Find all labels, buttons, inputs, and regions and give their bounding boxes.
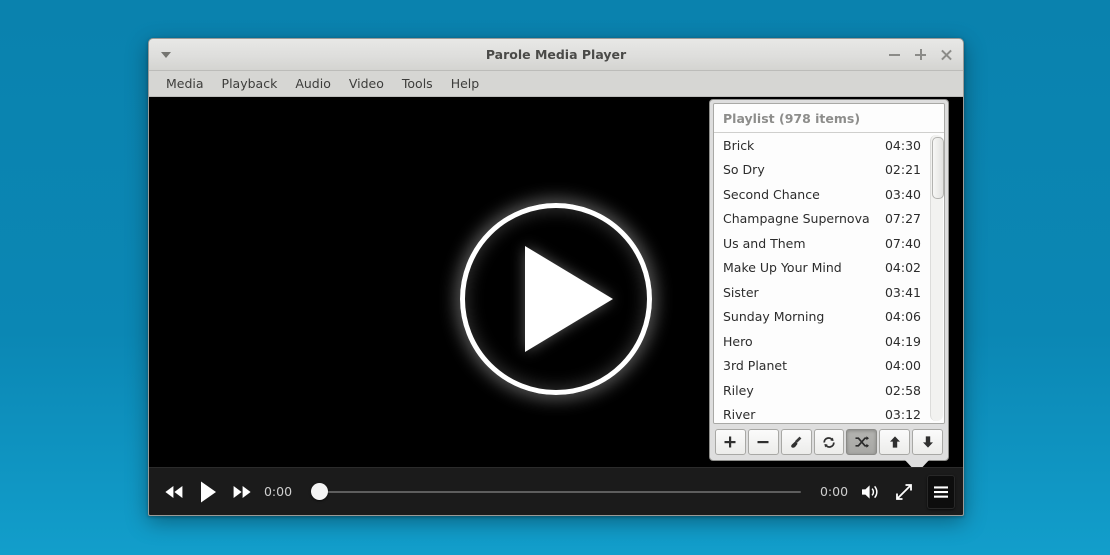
playlist-panel: Playlist (978 items) Brick 04:30 So Dry 02:… (709, 99, 949, 461)
playlist-add-button[interactable] (715, 429, 746, 455)
playlist-row-duration: 02:21 (884, 162, 921, 178)
plus-icon (724, 436, 736, 448)
playlist-scrollbar[interactable] (930, 135, 944, 421)
forward-icon (233, 485, 251, 498)
playlist-move-down-button[interactable] (912, 429, 944, 455)
playlist-row-title: Sister (723, 284, 759, 300)
fullscreen-button[interactable] (893, 481, 915, 503)
parole-window: Parole Media Player Media Playback Audio… (148, 38, 964, 516)
repeat-icon (823, 436, 835, 448)
playlist-row-title: Us and Them (723, 235, 806, 251)
seek-handle[interactable] (311, 483, 328, 500)
playlist-row[interactable]: Us and Them 07:40 (714, 231, 930, 256)
rewind-icon (165, 485, 183, 498)
play-icon (201, 481, 216, 502)
playlist-row-title: Hero (723, 333, 753, 349)
window-controls (887, 47, 963, 62)
menu-item-tools[interactable]: Tools (393, 73, 442, 94)
playlist-row[interactable]: Sunday Morning 04:06 (714, 305, 930, 330)
playlist-row-title: River (723, 407, 756, 423)
playlist-row-title: Sunday Morning (723, 309, 825, 325)
playlist-row-duration: 02:58 (884, 382, 921, 398)
seek-slider[interactable] (311, 480, 801, 504)
play-icon (525, 246, 613, 352)
playlist-row-duration: 04:06 (884, 309, 921, 325)
playlist-header: Playlist (978 items) (714, 104, 944, 133)
play-button[interactable] (195, 478, 221, 506)
playlist-row[interactable]: Champagne Supernova 07:27 (714, 207, 930, 232)
playlist-remove-button[interactable] (747, 429, 779, 455)
playlist-row-duration: 04:00 (884, 358, 921, 374)
playlist-toggle-button[interactable] (927, 474, 955, 509)
broom-icon (790, 436, 802, 448)
title-bar: Parole Media Player (149, 39, 963, 71)
playlist-toolbar (713, 424, 945, 457)
playlist-move-up-button[interactable] (879, 429, 911, 455)
playlist-row-title: Riley (723, 382, 754, 398)
playlist-row-duration: 03:12 (884, 407, 921, 423)
minimize-button[interactable] (887, 47, 902, 62)
playlist-rows: Brick 04:30 So Dry 02:21 Second Chance 03:40 C… (714, 133, 930, 423)
playlist-row-duration: 07:27 (884, 211, 921, 227)
menu-item-help[interactable]: Help (442, 73, 489, 94)
playlist-row-duration: 04:02 (884, 260, 921, 276)
next-button[interactable] (231, 480, 253, 504)
previous-button[interactable] (163, 480, 185, 504)
playlist-scrollbar-thumb[interactable] (932, 137, 944, 199)
elapsed-time: 0:00 (263, 484, 293, 499)
hamburger-icon (934, 485, 948, 498)
playlist-row[interactable]: Riley 02:58 (714, 378, 930, 403)
total-time: 0:00 (819, 484, 849, 499)
playlist-row[interactable]: 3rd Planet 04:00 (714, 354, 930, 379)
playlist-row-title: Second Chance (723, 186, 820, 202)
playlist-row[interactable]: Hero 04:19 (714, 329, 930, 354)
seek-track (311, 490, 801, 493)
playlist-row-duration: 03:40 (884, 186, 921, 202)
playlist-row-duration: 04:30 (884, 137, 921, 153)
playlist-row[interactable]: Sister 03:41 (714, 280, 930, 305)
play-overlay-button[interactable] (460, 203, 652, 395)
menu-item-playback[interactable]: Playback (213, 73, 287, 94)
playlist-row[interactable]: Brick 04:30 (714, 133, 930, 158)
playlist-list-container: Playlist (978 items) Brick 04:30 So Dry 02:… (713, 103, 945, 424)
playlist-row-duration: 03:41 (884, 284, 921, 300)
window-title: Parole Media Player (485, 47, 627, 62)
minus-icon (757, 441, 769, 444)
volume-button[interactable] (859, 480, 883, 504)
playlist-row-title: Make Up Your Mind (723, 260, 842, 276)
arrow-up-icon (889, 436, 900, 448)
playlist-row[interactable]: So Dry 02:21 (714, 158, 930, 183)
shuffle-icon (855, 436, 869, 448)
playback-control-bar: 0:00 0:00 (149, 467, 963, 515)
playlist-clear-button[interactable] (780, 429, 812, 455)
arrow-down-icon (922, 436, 933, 448)
fullscreen-icon (896, 483, 912, 500)
volume-icon (862, 484, 878, 499)
playlist-row-duration: 04:19 (884, 333, 921, 349)
close-button[interactable] (939, 47, 954, 62)
playlist-scroll-area[interactable]: Brick 04:30 So Dry 02:21 Second Chance 03:40 C… (714, 133, 944, 423)
menu-item-video[interactable]: Video (340, 73, 393, 94)
window-menu-button[interactable] (153, 39, 179, 70)
playlist-row-title: So Dry (723, 162, 765, 178)
playlist-row[interactable]: Second Chance 03:40 (714, 182, 930, 207)
playlist-row-title: 3rd Planet (723, 358, 787, 374)
playlist-repeat-button[interactable] (813, 429, 845, 455)
maximize-button[interactable] (913, 47, 928, 62)
menu-item-audio[interactable]: Audio (286, 73, 340, 94)
playlist-row[interactable]: River 03:12 (714, 403, 930, 424)
playlist-shuffle-button[interactable] (846, 429, 878, 455)
playlist-row[interactable]: Make Up Your Mind 04:02 (714, 256, 930, 281)
playlist-row-title: Champagne Supernova (723, 211, 870, 227)
menu-item-media[interactable]: Media (157, 73, 213, 94)
playlist-row-title: Brick (723, 137, 755, 153)
video-surface[interactable]: Playlist (978 items) Brick 04:30 So Dry 02:… (149, 97, 963, 467)
caret-down-icon (161, 51, 171, 58)
playlist-row-duration: 07:40 (884, 235, 921, 251)
menu-bar: Media Playback Audio Video Tools Help (149, 71, 963, 97)
